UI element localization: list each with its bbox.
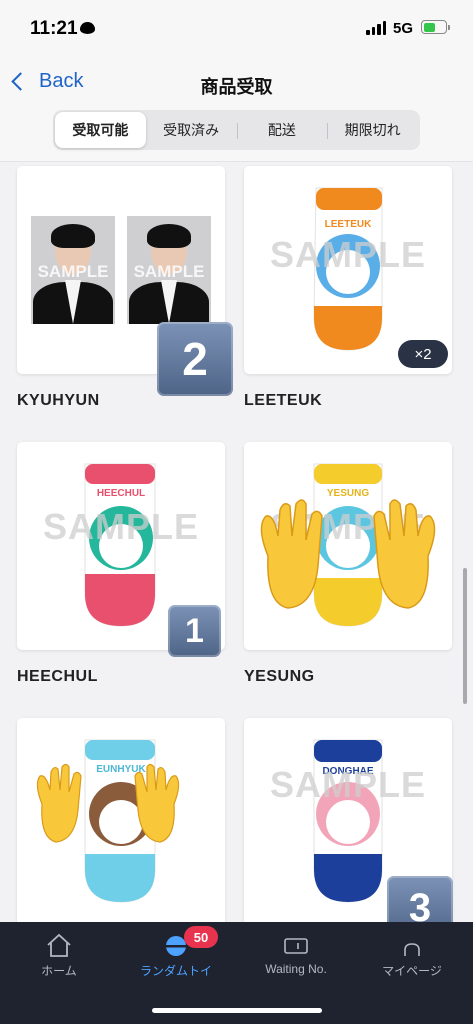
- tab-label: ランダムトイ: [139, 964, 212, 978]
- tab-my-page[interactable]: マイページ: [362, 930, 462, 979]
- home-icon: [9, 930, 109, 960]
- tab-waiting-no[interactable]: Waiting No.: [246, 930, 346, 976]
- sock-text: HEECHUL: [97, 488, 145, 499]
- sample-watermark: SAMPLE: [42, 506, 199, 547]
- sample-watermark: SAMPLE: [269, 764, 426, 805]
- status-bar: 11:21 5G: [0, 0, 473, 58]
- sock-text: LEETEUK: [325, 219, 372, 230]
- notification-badge: 50: [184, 926, 218, 948]
- sample-watermark: SAMPLE: [269, 234, 426, 275]
- home-indicator: [152, 1008, 322, 1013]
- page-title: 商品受取: [200, 77, 273, 97]
- ticket-icon: [246, 930, 346, 960]
- tab-label: Waiting No.: [265, 962, 327, 976]
- number-key-emoji: 3: [387, 876, 453, 922]
- number-key-emoji: 1: [168, 605, 221, 657]
- segmented-control: 受取可能 受取済み 配送 期限切れ: [53, 110, 420, 150]
- navigation-bar: Back 商品受取: [0, 58, 473, 110]
- tab-shipping[interactable]: 配送: [236, 112, 328, 148]
- status-time: 11:21: [30, 18, 78, 39]
- battery-tip: [448, 25, 450, 30]
- focus-moon-icon: [80, 22, 95, 34]
- item-name: HEECHUL: [17, 668, 98, 685]
- raised-hands-emoji: [36, 763, 180, 843]
- photo-watermark: SAMPLE: [133, 262, 205, 281]
- raised-hands-emoji: [260, 499, 436, 609]
- network-type: 5G: [393, 20, 414, 37]
- item-name: YESUNG: [244, 668, 315, 685]
- segment-bar: 受取可能 受取済み 配送 期限切れ: [0, 110, 473, 162]
- tab-label: ホーム: [41, 964, 77, 978]
- tab-label: マイページ: [382, 964, 442, 978]
- tab-received[interactable]: 受取済み: [146, 112, 237, 148]
- item-name: LEETEUK: [244, 392, 323, 409]
- scrollbar[interactable]: [463, 568, 467, 704]
- person-icon: [362, 930, 462, 960]
- tab-expired[interactable]: 期限切れ: [327, 112, 418, 148]
- photo-card-right: SAMPLE: [127, 216, 211, 324]
- battery-icon: [421, 20, 447, 34]
- number-key-emoji: 2: [157, 322, 233, 396]
- tab-receivable[interactable]: 受取可能: [55, 112, 146, 148]
- quantity-badge: ×2: [398, 340, 448, 368]
- photo-watermark: SAMPLE: [37, 262, 109, 281]
- item-card-leeteuk[interactable]: LEETEUK SAMPLE ×2: [244, 166, 452, 374]
- tab-home[interactable]: ホーム: [9, 930, 109, 979]
- photo-card-left: SAMPLE: [31, 216, 115, 324]
- cellular-signal-icon: [366, 20, 386, 35]
- item-grid: SAMPLE SAMPLE KYUHYUN LEETEUK SAMPLE ×2 …: [0, 162, 473, 922]
- item-name: KYUHYUN: [17, 392, 100, 409]
